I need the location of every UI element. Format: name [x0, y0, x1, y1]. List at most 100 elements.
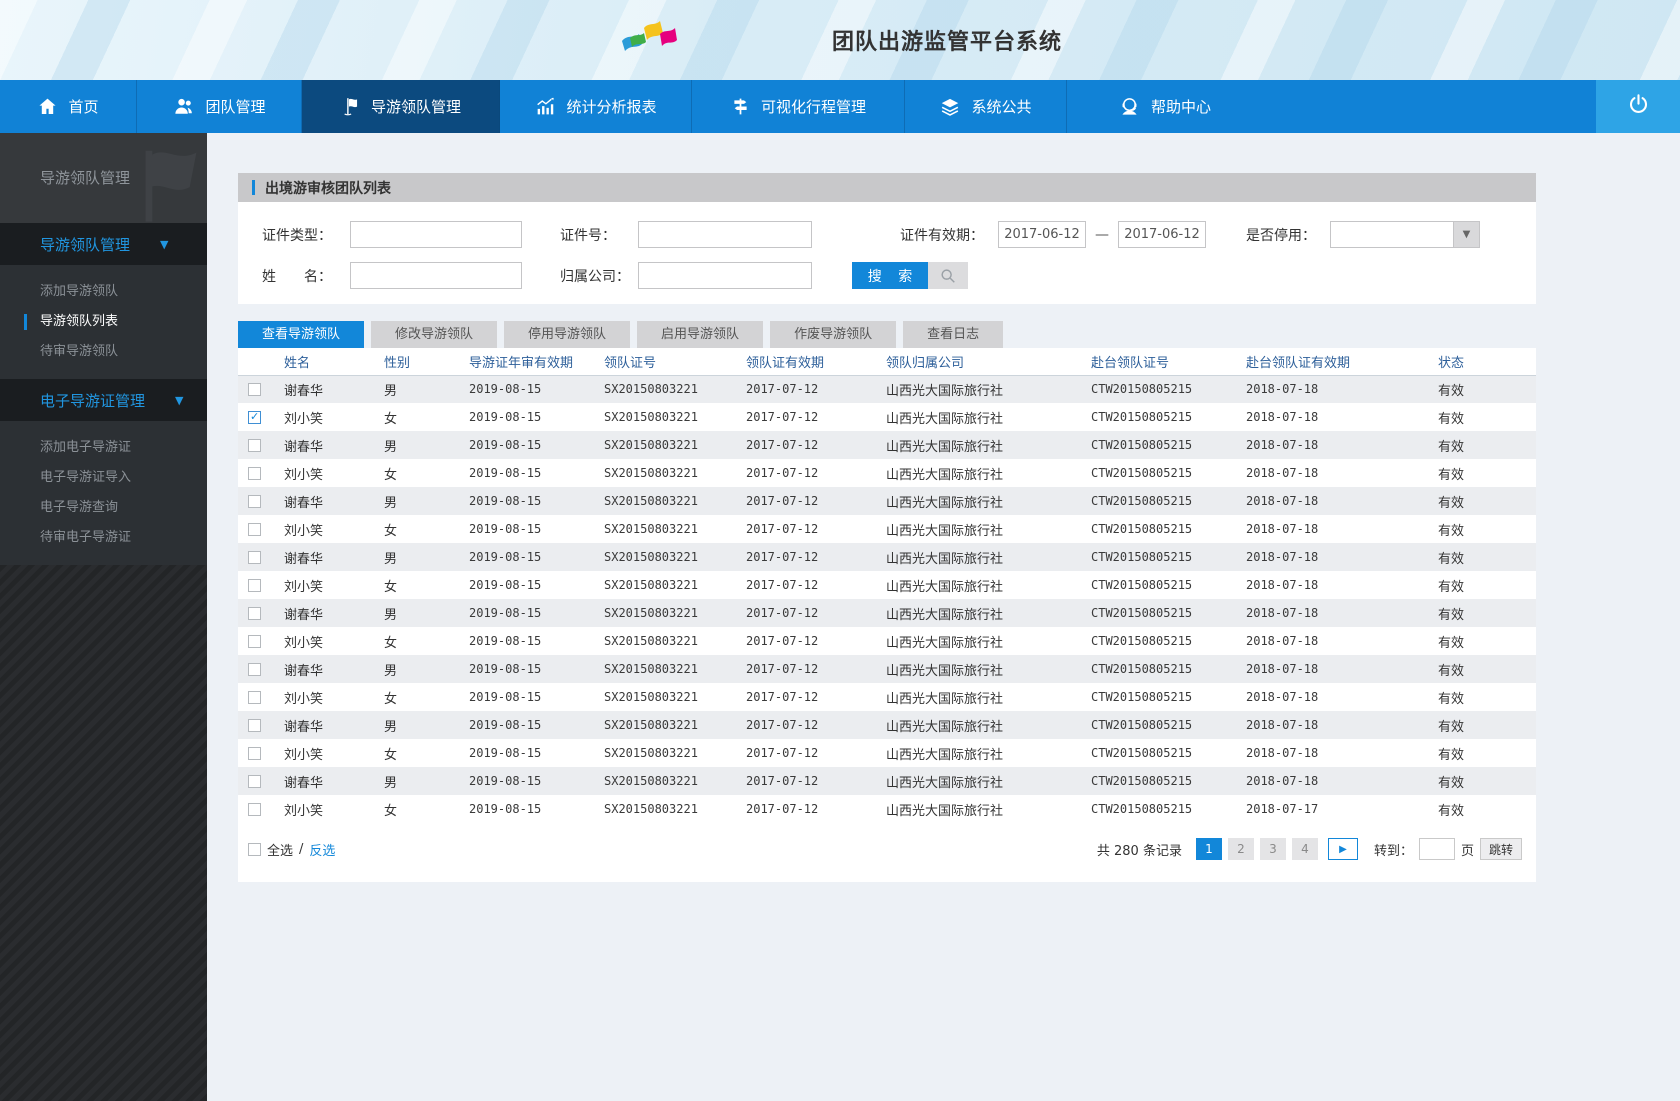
- row-checkbox[interactable]: [248, 690, 261, 704]
- disabled-select[interactable]: ▼: [1330, 221, 1480, 248]
- cell-annual: 2019-08-15: [469, 438, 542, 452]
- tab-inactive[interactable]: 启用导游领队: [637, 321, 764, 348]
- cell-tw_no: CTW20150805215: [1091, 746, 1193, 760]
- sidebar-item[interactable]: 电子导游查询: [0, 493, 207, 523]
- sidebar-title: 导游领队管理: [0, 133, 207, 223]
- row-checkbox[interactable]: [248, 802, 261, 816]
- select-all-label[interactable]: 全选: [267, 840, 293, 859]
- date-to-input[interactable]: [1118, 221, 1206, 248]
- row-checkbox[interactable]: [248, 410, 261, 424]
- column-header: 状态: [1428, 348, 1536, 376]
- tab-inactive[interactable]: 停用导游领队: [504, 321, 631, 348]
- goto-page-input[interactable]: [1418, 838, 1455, 860]
- row-checkbox[interactable]: [248, 382, 261, 396]
- chart-icon: [534, 96, 556, 118]
- sidebar-item[interactable]: 添加导游领队: [0, 277, 207, 307]
- sidebar-item[interactable]: 待审电子导游证: [0, 523, 207, 553]
- cell-tw_valid: 2018-07-18: [1246, 382, 1319, 397]
- row-checkbox[interactable]: [248, 634, 261, 648]
- sidebar-item[interactable]: 添加电子导游证: [0, 433, 207, 463]
- cell-cert_no: SX20150803221: [604, 578, 698, 592]
- nav-item-signpost[interactable]: 可视化行程管理: [692, 80, 905, 133]
- sidebar-item[interactable]: 导游领队列表: [0, 307, 207, 337]
- chevron-down-icon[interactable]: ▼: [1453, 222, 1479, 247]
- row-checkbox[interactable]: [248, 522, 261, 536]
- table-row: 刘小笑 女 2019-08-15 SX20150803221 2017-07-12 山西光…: [238, 683, 1536, 711]
- row-checkbox[interactable]: [248, 662, 261, 676]
- cell-tw_no: CTW20150805215: [1091, 410, 1193, 424]
- page-button[interactable]: 1: [1195, 838, 1222, 860]
- cell-status: 有效: [1438, 747, 1465, 763]
- cell-company: 山西光大国际旅行社: [886, 383, 1004, 399]
- nav-item-flag[interactable]: 导游领队管理: [302, 80, 500, 133]
- nav-item-team[interactable]: 团队管理: [137, 80, 302, 133]
- nav-item-home[interactable]: 首页: [0, 80, 137, 133]
- cell-status: 有效: [1438, 439, 1465, 455]
- cell-gender: 女: [384, 635, 398, 651]
- row-checkbox[interactable]: [248, 438, 261, 452]
- cell-cert_valid: 2017-07-12: [746, 550, 819, 564]
- cell-tw_valid: 2018-07-18: [1246, 522, 1319, 536]
- sidebar-item[interactable]: 电子导游证导入: [0, 463, 207, 493]
- cell-gender: 男: [384, 383, 398, 399]
- cert-valid-label: 证件有效期：: [900, 227, 984, 244]
- cell-cert_no: SX20150803221: [604, 746, 698, 760]
- cell-tw_valid: 2018-07-18: [1246, 746, 1319, 760]
- logout-button[interactable]: [1596, 80, 1680, 133]
- nav-item-layers[interactable]: 系统公共: [905, 80, 1067, 133]
- cell-tw_no: CTW20150805215: [1091, 634, 1193, 648]
- row-checkbox[interactable]: [248, 606, 261, 620]
- page-button[interactable]: 2: [1227, 838, 1254, 860]
- name-input[interactable]: [350, 262, 522, 289]
- cell-company: 山西光大国际旅行社: [886, 747, 1004, 763]
- row-checkbox[interactable]: [248, 578, 261, 592]
- cell-cert_valid: 2017-07-12: [746, 606, 819, 620]
- cert-no-input[interactable]: [638, 221, 812, 248]
- tab-inactive[interactable]: 作废导游领队: [770, 321, 897, 348]
- cell-annual: 2019-08-15: [469, 634, 542, 648]
- cell-cert_no: SX20150803221: [604, 410, 698, 424]
- search-button[interactable]: 搜 索: [852, 262, 968, 289]
- cell-tw_no: CTW20150805215: [1091, 662, 1193, 676]
- tab-inactive[interactable]: 修改导游领队: [371, 321, 498, 348]
- panel-title-bar: 出境游审核团队列表: [238, 173, 1536, 202]
- select-all-checkbox[interactable]: [248, 842, 261, 856]
- column-header: 姓名: [274, 348, 374, 376]
- cert-type-input[interactable]: [350, 221, 522, 248]
- page-button[interactable]: 3: [1259, 838, 1286, 860]
- table-row: 刘小笑 女 2019-08-15 SX20150803221 2017-07-12 山西光…: [238, 403, 1536, 431]
- results-table: 姓名 性别 导游证年审有效期 领队证号 领队证有效期 领队归属公司 赴台领队证号 赴台领队证有…: [238, 348, 1536, 823]
- row-checkbox[interactable]: [248, 466, 261, 480]
- row-checkbox[interactable]: [248, 550, 261, 564]
- cell-annual: 2019-08-15: [469, 690, 542, 704]
- nav-item-chart[interactable]: 统计分析报表: [500, 80, 692, 133]
- invert-selection-link[interactable]: 反选: [309, 840, 335, 859]
- cert-type-label: 证件类型：: [262, 227, 332, 244]
- date-from-input[interactable]: [998, 221, 1086, 248]
- company-input[interactable]: [638, 262, 812, 289]
- chevron-down-icon: ▼: [160, 237, 169, 251]
- row-checkbox[interactable]: [248, 494, 261, 508]
- sidebar-group-header[interactable]: 电子导游证管理 ▼: [0, 379, 207, 421]
- row-checkbox[interactable]: [248, 746, 261, 760]
- tab-inactive[interactable]: 查看日志: [903, 321, 1004, 348]
- main-nav: 首页 团队管理 导游领队管理 统计分析报表 可视化行程管理 系统公共 帮助中心: [0, 80, 1680, 133]
- row-checkbox[interactable]: [248, 774, 261, 788]
- cell-cert_valid: 2017-07-12: [746, 494, 819, 508]
- cell-company: 山西光大国际旅行社: [886, 467, 1004, 483]
- cell-cert_valid: 2017-07-12: [746, 690, 819, 704]
- headset-icon: [1118, 95, 1141, 118]
- sidebar-item[interactable]: 待审导游领队: [0, 337, 207, 367]
- nav-item-headset[interactable]: 帮助中心: [1067, 80, 1262, 133]
- next-page-button[interactable]: ▶: [1327, 838, 1358, 860]
- tab-active[interactable]: 查看导游领队: [238, 321, 365, 348]
- cell-gender: 男: [384, 551, 398, 567]
- sidebar-sublist: 添加导游领队 导游领队列表 待审导游领队: [0, 265, 207, 379]
- search-button-label: 搜 索: [852, 262, 928, 289]
- jump-button[interactable]: 跳转: [1479, 838, 1522, 860]
- chevron-down-icon: ▼: [175, 393, 184, 407]
- app-title: 团队出游监管平台系统: [831, 30, 1062, 55]
- sidebar-group-header[interactable]: 导游领队管理 ▼: [0, 223, 207, 265]
- page-button[interactable]: 4: [1291, 838, 1318, 860]
- row-checkbox[interactable]: [248, 718, 261, 732]
